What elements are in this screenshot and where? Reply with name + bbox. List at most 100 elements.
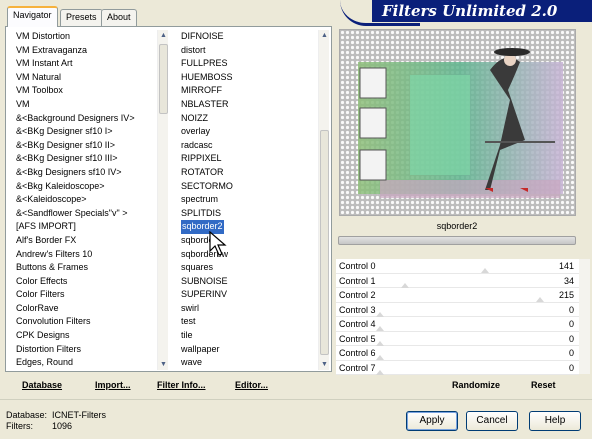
randomize-button[interactable]: Randomize (452, 380, 500, 390)
filter-item-label: radcasc (181, 139, 213, 150)
control-slider[interactable]: Control 6 0 (336, 346, 579, 361)
slider-thumb-icon[interactable] (536, 297, 545, 302)
tab-navigator[interactable]: Navigator (7, 6, 58, 27)
category-item[interactable]: Andrew's Filters 10 (16, 248, 156, 262)
filter-item[interactable]: swirl (181, 302, 316, 316)
reset-button[interactable]: Reset (531, 380, 556, 390)
filter-item[interactable]: MIRROFF (181, 84, 316, 98)
category-item[interactable]: Alf's Border FX (16, 234, 156, 248)
control-slider[interactable]: Control 2 215 (336, 288, 579, 303)
apply-button[interactable]: Apply (406, 411, 458, 431)
editor-button[interactable]: Editor... (235, 380, 268, 390)
category-item[interactable]: ColorRave (16, 302, 156, 316)
tab-about[interactable]: About (101, 9, 137, 26)
filter-item[interactable]: SUPERINV (181, 288, 316, 302)
preview-scrollbar[interactable] (338, 236, 576, 245)
category-item[interactable]: Convolution Filters (16, 315, 156, 329)
filter-item[interactable]: wave (181, 356, 316, 370)
filter-item[interactable]: ROTATOR (181, 166, 316, 180)
tab-presets[interactable]: Presets (60, 9, 103, 26)
control-value: 141 (558, 261, 574, 271)
control-slider[interactable]: Control 7 0 (336, 361, 579, 375)
category-item[interactable]: Color Effects (16, 275, 156, 289)
category-item[interactable]: &<Bkg Kaleidoscope> (16, 180, 156, 194)
category-item[interactable]: CPK Designs (16, 329, 156, 343)
category-list[interactable]: VM Distortion VM Extravaganza VM Instant A… (16, 30, 156, 370)
control-value: 0 (568, 362, 574, 373)
filter-item[interactable]: HUEMBOSS (181, 71, 316, 85)
help-button[interactable]: Help (529, 411, 581, 431)
category-item-label: VM Instant Art (16, 58, 73, 69)
slider-thumb-icon[interactable] (376, 340, 384, 346)
filter-item[interactable]: SPLITDIS (181, 207, 316, 221)
filter-item[interactable]: NOIZZ (181, 112, 316, 126)
filter-list[interactable]: DIFNOISE distort FULLPRES HUEMBOSS MIRROFF NB… (181, 30, 316, 370)
category-item[interactable]: &<BKg Designer sf10 I> (16, 125, 156, 139)
category-item[interactable]: VM Extravaganza (16, 44, 156, 58)
filter-item[interactable]: distort (181, 44, 316, 58)
filter-scrollbar[interactable]: ▲ ▼ (318, 30, 329, 370)
category-item[interactable]: Edges, Round (16, 356, 156, 370)
preview-artwork (340, 30, 575, 215)
scroll-up-arrow-icon[interactable]: ▲ (319, 30, 330, 41)
filter-item[interactable]: sqborderbw (181, 248, 316, 262)
filter-item[interactable]: radcasc (181, 139, 316, 153)
filter-scroll-thumb[interactable] (320, 130, 329, 355)
category-item[interactable]: VM (16, 98, 156, 112)
control-slider[interactable]: Control 3 0 (336, 303, 579, 317)
slider-thumb-icon[interactable] (376, 355, 384, 360)
filter-item[interactable]: DIFNOISE (181, 30, 316, 44)
slider-thumb-icon[interactable] (401, 282, 410, 288)
category-item[interactable]: VM Natural (16, 71, 156, 85)
category-scrollbar[interactable]: ▲ ▼ (157, 30, 168, 370)
scroll-down-arrow-icon[interactable]: ▼ (158, 359, 169, 370)
filter-item[interactable]: overlay (181, 125, 316, 139)
filter-item[interactable]: NBLASTER (181, 98, 316, 112)
filter-item[interactable]: squares (181, 261, 316, 275)
control-slider[interactable]: Control 0 141 (336, 259, 579, 274)
filter-item[interactable]: FULLPRES (181, 57, 316, 71)
category-item[interactable]: VM Instant Art (16, 57, 156, 71)
controls-scrollbar[interactable] (579, 259, 590, 374)
category-item[interactable]: Distortion Filters (16, 343, 156, 357)
category-item[interactable]: Color Filters (16, 288, 156, 302)
scroll-down-arrow-icon[interactable]: ▼ (319, 359, 330, 370)
category-item[interactable]: &<Background Designers IV> (16, 112, 156, 126)
control-label: Control 3 (339, 304, 376, 315)
category-item[interactable]: Buttons & Frames (16, 261, 156, 275)
slider-thumb-icon[interactable] (481, 268, 490, 273)
filter-item[interactable]: test (181, 315, 316, 329)
category-item[interactable]: &<BKg Designer sf10 II> (16, 139, 156, 153)
import-button[interactable]: Import... (95, 380, 131, 390)
category-item[interactable]: [AFS IMPORT] (16, 220, 156, 234)
control-slider[interactable]: Control 5 0 (336, 332, 579, 346)
category-item[interactable]: &<Bkg Designers sf10 IV> (16, 166, 156, 180)
scroll-up-arrow-icon[interactable]: ▲ (158, 30, 169, 41)
filter-item[interactable]: SUBNOISE (181, 275, 316, 289)
filter-item-label: RIPPIXEL (181, 153, 222, 164)
category-item-label: &<Sandflower Specials"v" > (16, 207, 128, 218)
filter-info-button[interactable]: Filter Info... (157, 380, 206, 390)
filter-item-label: HUEMBOSS (181, 71, 233, 82)
database-button[interactable]: Database (22, 380, 62, 390)
filter-item[interactable]: spectrum (181, 193, 316, 207)
filter-item[interactable]: tile (181, 329, 316, 343)
filter-item[interactable]: RIPPIXEL (181, 152, 316, 166)
filter-item[interactable]: wallpaper (181, 343, 316, 357)
category-scroll-thumb[interactable] (159, 44, 168, 114)
slider-thumb-icon[interactable] (376, 311, 384, 317)
filter-item[interactable]: sqborder2 (181, 220, 316, 234)
category-item-label: VM Toolbox (16, 85, 63, 96)
category-item[interactable]: &<BKg Designer sf10 III> (16, 152, 156, 166)
filter-item[interactable]: sqborder (181, 234, 316, 248)
slider-thumb-icon[interactable] (376, 326, 384, 331)
category-item[interactable]: &<Kaleidoscope> (16, 193, 156, 207)
slider-thumb-icon[interactable] (376, 369, 384, 375)
control-slider[interactable]: Control 4 0 (336, 317, 579, 332)
control-slider[interactable]: Control 1 34 (336, 274, 579, 288)
category-item[interactable]: &<Sandflower Specials"v" > (16, 207, 156, 221)
filter-item[interactable]: SECTORMO (181, 180, 316, 194)
cancel-button[interactable]: Cancel (466, 411, 518, 431)
category-item[interactable]: VM Distortion (16, 30, 156, 44)
category-item[interactable]: VM Toolbox (16, 84, 156, 98)
